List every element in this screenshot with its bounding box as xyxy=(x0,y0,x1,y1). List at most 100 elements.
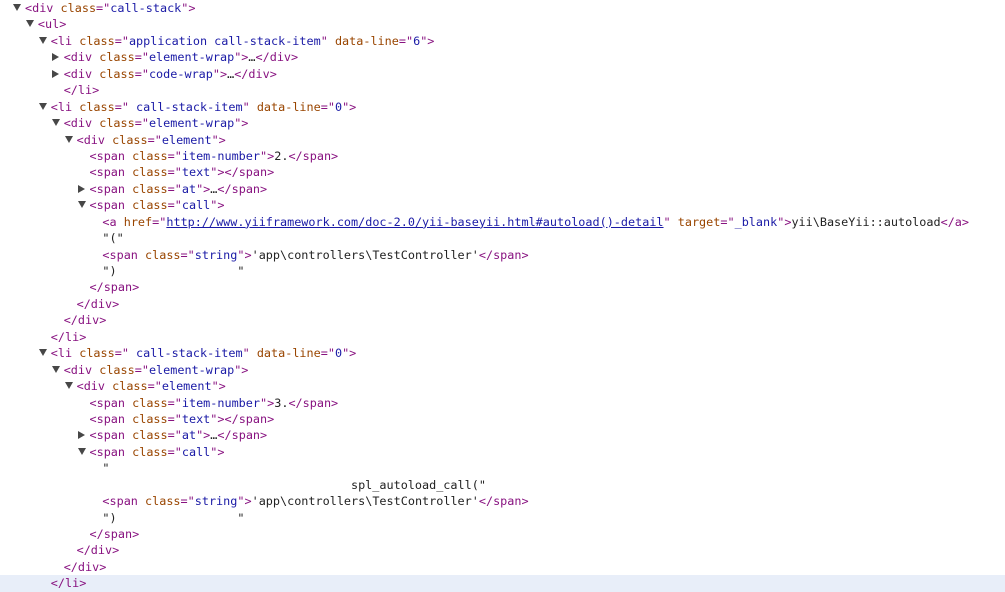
text-node: … xyxy=(248,50,256,65)
tag-token: </div> xyxy=(234,66,277,81)
expand-triangle-icon[interactable] xyxy=(38,36,47,44)
node-code: <div class="element-wrap"> xyxy=(64,362,249,378)
tree-row[interactable]: ") " xyxy=(0,263,1005,279)
tag-token: <span xyxy=(89,411,126,426)
tree-row[interactable]: </div> xyxy=(0,559,1005,575)
node-code: <span class="call"> xyxy=(90,197,225,213)
tree-row[interactable]: <div class="code-wrap">…</div> xyxy=(0,66,1005,82)
tag-token: "> xyxy=(237,247,252,262)
tag-token: <span xyxy=(102,494,138,509)
tag-token: "> xyxy=(342,99,357,114)
node-code: <span class="at">…</span> xyxy=(90,181,268,197)
tree-row[interactable]: <span class="string">'app\controllers\Te… xyxy=(0,247,1005,263)
node-code: <div class="element"> xyxy=(77,378,226,394)
tree-row[interactable]: <span class="string">'app\controllers\Te… xyxy=(0,493,1005,509)
tag-token: </span> xyxy=(217,428,268,443)
tree-row[interactable]: <span class="item-number">2.</span> xyxy=(0,148,1005,164)
expand-triangle-icon[interactable] xyxy=(64,382,73,390)
tree-row[interactable]: <div class="element-wrap">…</div> xyxy=(0,49,1005,65)
tree-row[interactable]: <span class="at">…</span> xyxy=(0,181,1005,197)
tag-token: "> xyxy=(234,362,249,377)
expand-triangle-icon[interactable] xyxy=(77,201,86,209)
tree-row[interactable]: <div class="element"> xyxy=(0,378,1005,394)
tree-row[interactable]: <a href="http://www.yiiframework.com/doc… xyxy=(0,214,1005,230)
tree-row[interactable]: </div> xyxy=(0,312,1005,328)
expand-triangle-icon[interactable] xyxy=(13,4,21,11)
attribute-name: data-line xyxy=(256,346,321,361)
tag-token: </li> xyxy=(50,576,87,591)
attribute-name: class xyxy=(79,33,115,48)
collapse-triangle-icon[interactable] xyxy=(77,431,85,440)
tree-row[interactable]: </div> xyxy=(0,296,1005,312)
tree-row[interactable]: " xyxy=(0,460,1005,476)
tree-row[interactable]: <li class=" call-stack-item" data-line="… xyxy=(0,345,1005,361)
text-node: 2. xyxy=(274,148,289,163)
attribute-value: element xyxy=(161,379,212,394)
tree-row[interactable]: <li class=" call-stack-item" data-line="… xyxy=(0,99,1005,115)
tree-row[interactable]: <li class="application call-stack-item" … xyxy=(0,33,1005,49)
tree-row[interactable]: <span class="call"> xyxy=(0,197,1005,213)
tree-row[interactable]: <span class="at">…</span> xyxy=(0,427,1005,443)
attribute-value: text xyxy=(181,165,211,180)
tree-row[interactable]: "(" xyxy=(0,230,1005,246)
tree-row[interactable]: <ul> xyxy=(0,16,1005,32)
tree-row[interactable]: </li> xyxy=(0,329,1005,345)
tree-row[interactable]: spl_autoload_call(" xyxy=(0,477,1005,493)
expand-triangle-icon[interactable] xyxy=(77,447,86,455)
node-code: <a href="http://www.yiiframework.com/doc… xyxy=(102,214,969,230)
tag-token: </div> xyxy=(76,543,120,558)
node-code: <span class="text"></span> xyxy=(90,164,275,180)
tree-row[interactable]: </span> xyxy=(0,279,1005,295)
tag-token: "> xyxy=(211,379,226,394)
tag-token: =" xyxy=(167,181,182,196)
tree-row[interactable]: <span class="call"> xyxy=(0,444,1005,460)
tree-row[interactable]: <div class="call-stack"> xyxy=(0,0,1005,16)
node-code: ") " xyxy=(102,263,244,279)
tag-token: =" xyxy=(720,214,735,229)
tree-row[interactable]: </span> xyxy=(0,526,1005,542)
collapse-triangle-icon[interactable] xyxy=(51,53,59,62)
tag-token: " xyxy=(320,33,328,48)
node-code: ") " xyxy=(102,510,244,526)
attribute-value: item-number xyxy=(181,148,260,163)
text-node xyxy=(138,248,145,262)
tag-token: =" xyxy=(167,395,182,410)
attribute-value: 0 xyxy=(334,346,343,361)
tree-row[interactable]: <div class="element-wrap"> xyxy=(0,115,1005,131)
node-code: <ul> xyxy=(38,16,66,32)
tag-token: =" xyxy=(134,50,149,65)
tree-row[interactable]: </div> xyxy=(0,542,1005,558)
tree-row[interactable]: <span class="text"></span> xyxy=(0,411,1005,427)
expand-triangle-icon[interactable] xyxy=(38,349,47,357)
tag-token: <a xyxy=(102,214,117,229)
node-code: <span class="at">…</span> xyxy=(90,427,268,443)
attribute-name: class xyxy=(132,165,168,180)
tag-token: <span xyxy=(89,395,126,410)
attribute-value: call-stack-item xyxy=(128,99,243,114)
tree-row[interactable]: <div class="element-wrap"> xyxy=(0,362,1005,378)
tree-row[interactable]: <span class="text"></span> xyxy=(0,164,1005,180)
tree-row-selected[interactable]: </li> xyxy=(0,575,1005,592)
expand-triangle-icon[interactable] xyxy=(25,20,34,28)
tag-token: " xyxy=(242,346,250,361)
attribute-name: data-line xyxy=(334,33,399,48)
href-link[interactable]: http://www.yiiframework.com/doc-2.0/yii-… xyxy=(166,215,663,229)
expand-triangle-icon[interactable] xyxy=(38,102,47,110)
expand-triangle-icon[interactable] xyxy=(64,135,73,143)
tree-row[interactable]: <div class="element"> xyxy=(0,132,1005,148)
expand-triangle-icon[interactable] xyxy=(51,365,60,373)
tree-row[interactable]: <span class="item-number">3.</span> xyxy=(0,395,1005,411)
tree-row[interactable]: </li> xyxy=(0,82,1005,98)
collapse-triangle-icon[interactable] xyxy=(77,184,85,193)
tag-token: <span xyxy=(89,428,126,443)
expand-triangle-icon[interactable] xyxy=(51,119,60,127)
tag-token: <div xyxy=(63,116,93,131)
attribute-name: class xyxy=(99,50,135,65)
tag-token: =" xyxy=(114,33,129,48)
tree-row[interactable]: ") " xyxy=(0,510,1005,526)
collapse-triangle-icon[interactable] xyxy=(51,69,59,78)
node-code: </div> xyxy=(77,296,120,312)
attribute-value: call-stack xyxy=(110,1,182,15)
tag-token: "> xyxy=(196,181,211,196)
node-code: </div> xyxy=(64,312,107,328)
